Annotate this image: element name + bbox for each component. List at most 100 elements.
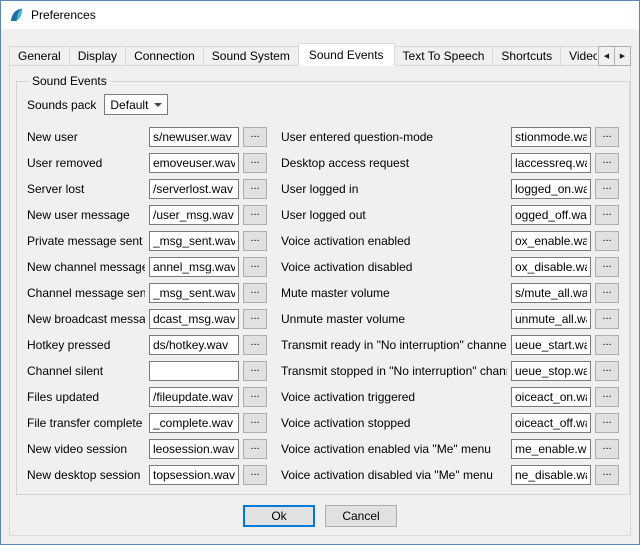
event-label: Voice activation enabled via "Me" menu — [281, 442, 507, 456]
browse-button[interactable]: ... — [595, 153, 619, 173]
tab-connection[interactable]: Connection — [125, 46, 204, 66]
sound-file-input[interactable] — [149, 361, 239, 381]
browse-button[interactable]: ... — [243, 439, 267, 459]
browse-button[interactable]: ... — [595, 283, 619, 303]
tab-video[interactable]: Video — [560, 46, 597, 66]
event-label: Channel silent — [27, 364, 145, 378]
event-label: Transmit ready in "No interruption" chan… — [281, 338, 507, 352]
event-label: User entered question-mode — [281, 130, 507, 144]
sound-file-input[interactable] — [149, 153, 239, 173]
sound-file-input[interactable] — [511, 413, 591, 433]
sound-file-input[interactable] — [511, 335, 591, 355]
event-label: Unmute master volume — [281, 312, 507, 326]
browse-button[interactable]: ... — [243, 283, 267, 303]
sound-file-input[interactable] — [511, 257, 591, 277]
event-label: Mute master volume — [281, 286, 507, 300]
sound-file-input[interactable] — [149, 257, 239, 277]
sound-file-input[interactable] — [511, 387, 591, 407]
event-label: New channel message — [27, 260, 145, 274]
sounds-pack-row: Sounds pack Default — [27, 94, 619, 115]
chevron-down-icon — [154, 103, 162, 107]
sound-file-input[interactable] — [511, 283, 591, 303]
ok-button[interactable]: Ok — [243, 505, 315, 527]
event-label: New user message — [27, 208, 145, 222]
browse-button[interactable]: ... — [243, 153, 267, 173]
sound-file-input[interactable] — [149, 127, 239, 147]
browse-button[interactable]: ... — [243, 179, 267, 199]
event-label: Private message sent — [27, 234, 145, 248]
sound-file-input[interactable] — [149, 179, 239, 199]
browse-button[interactable]: ... — [243, 257, 267, 277]
event-label: User logged in — [281, 182, 507, 196]
sound-file-input[interactable] — [149, 439, 239, 459]
sound-file-input[interactable] — [511, 465, 591, 485]
event-label: New user — [27, 130, 145, 144]
browse-button[interactable]: ... — [243, 387, 267, 407]
tab-shortcuts[interactable]: Shortcuts — [492, 46, 561, 66]
preferences-window: Preferences GeneralDisplayConnectionSoun… — [0, 0, 640, 545]
sounds-pack-label: Sounds pack — [27, 98, 96, 112]
browse-button[interactable]: ... — [595, 257, 619, 277]
event-label: User removed — [27, 156, 145, 170]
tab-bar: GeneralDisplayConnectionSound SystemSoun… — [9, 43, 631, 66]
tab-sound-events[interactable]: Sound Events — [298, 43, 395, 66]
cancel-button[interactable]: Cancel — [325, 505, 397, 527]
browse-button[interactable]: ... — [595, 361, 619, 381]
event-label: New broadcast message — [27, 312, 145, 326]
browse-button[interactable]: ... — [243, 205, 267, 225]
sound-file-input[interactable] — [149, 231, 239, 251]
event-label: Voice activation disabled — [281, 260, 507, 274]
sound-file-input[interactable] — [149, 465, 239, 485]
browse-button[interactable]: ... — [595, 205, 619, 225]
sound-file-input[interactable] — [149, 283, 239, 303]
tab-general[interactable]: General — [9, 46, 70, 66]
tab-text-to-speech[interactable]: Text To Speech — [394, 46, 494, 66]
browse-button[interactable]: ... — [243, 127, 267, 147]
event-columns: New user... User removed... Server lost...… — [27, 127, 619, 485]
browse-button[interactable]: ... — [595, 309, 619, 329]
tab-display[interactable]: Display — [69, 46, 126, 66]
sound-file-input[interactable] — [511, 179, 591, 199]
browse-button[interactable]: ... — [243, 361, 267, 381]
sound-file-input[interactable] — [511, 361, 591, 381]
tab-sound-system[interactable]: Sound System — [203, 46, 299, 66]
browse-button[interactable]: ... — [595, 179, 619, 199]
browse-button[interactable]: ... — [243, 335, 267, 355]
event-label: Files updated — [27, 390, 145, 404]
browse-button[interactable]: ... — [595, 465, 619, 485]
sounds-pack-select[interactable]: Default — [104, 94, 168, 115]
event-label: Voice activation stopped — [281, 416, 507, 430]
sound-file-input[interactable] — [511, 309, 591, 329]
browse-button[interactable]: ... — [595, 127, 619, 147]
tab-strip: GeneralDisplayConnectionSound SystemSoun… — [9, 43, 597, 66]
browse-button[interactable]: ... — [243, 231, 267, 251]
teamtalk-logo-icon — [9, 7, 25, 23]
browse-button[interactable]: ... — [595, 231, 619, 251]
sound-file-input[interactable] — [149, 413, 239, 433]
tab-scroll-right-button[interactable]: ▶ — [614, 46, 631, 66]
browse-button[interactable]: ... — [595, 387, 619, 407]
sound-file-input[interactable] — [149, 335, 239, 355]
browse-button[interactable]: ... — [243, 413, 267, 433]
sound-file-input[interactable] — [511, 153, 591, 173]
sound-file-input[interactable] — [511, 205, 591, 225]
sound-file-input[interactable] — [511, 231, 591, 251]
titlebar: Preferences — [1, 1, 639, 29]
browse-button[interactable]: ... — [243, 309, 267, 329]
sound-file-input[interactable] — [149, 309, 239, 329]
browse-button[interactable]: ... — [595, 439, 619, 459]
tab-scroll-controls: ◀ ▶ — [599, 46, 631, 66]
sound-file-input[interactable] — [511, 439, 591, 459]
sound-file-input[interactable] — [149, 205, 239, 225]
sound-file-input[interactable] — [149, 387, 239, 407]
browse-button[interactable]: ... — [243, 465, 267, 485]
browse-button[interactable]: ... — [595, 413, 619, 433]
event-label: Server lost — [27, 182, 145, 196]
window-title: Preferences — [31, 8, 96, 22]
event-label: New desktop session — [27, 468, 145, 482]
sound-events-groupbox: Sound Events Sounds pack Default New use… — [16, 74, 630, 495]
tab-scroll-left-button[interactable]: ◀ — [598, 46, 615, 66]
sound-file-input[interactable] — [511, 127, 591, 147]
browse-button[interactable]: ... — [595, 335, 619, 355]
event-label: Transmit stopped in "No interruption" ch… — [281, 364, 507, 378]
